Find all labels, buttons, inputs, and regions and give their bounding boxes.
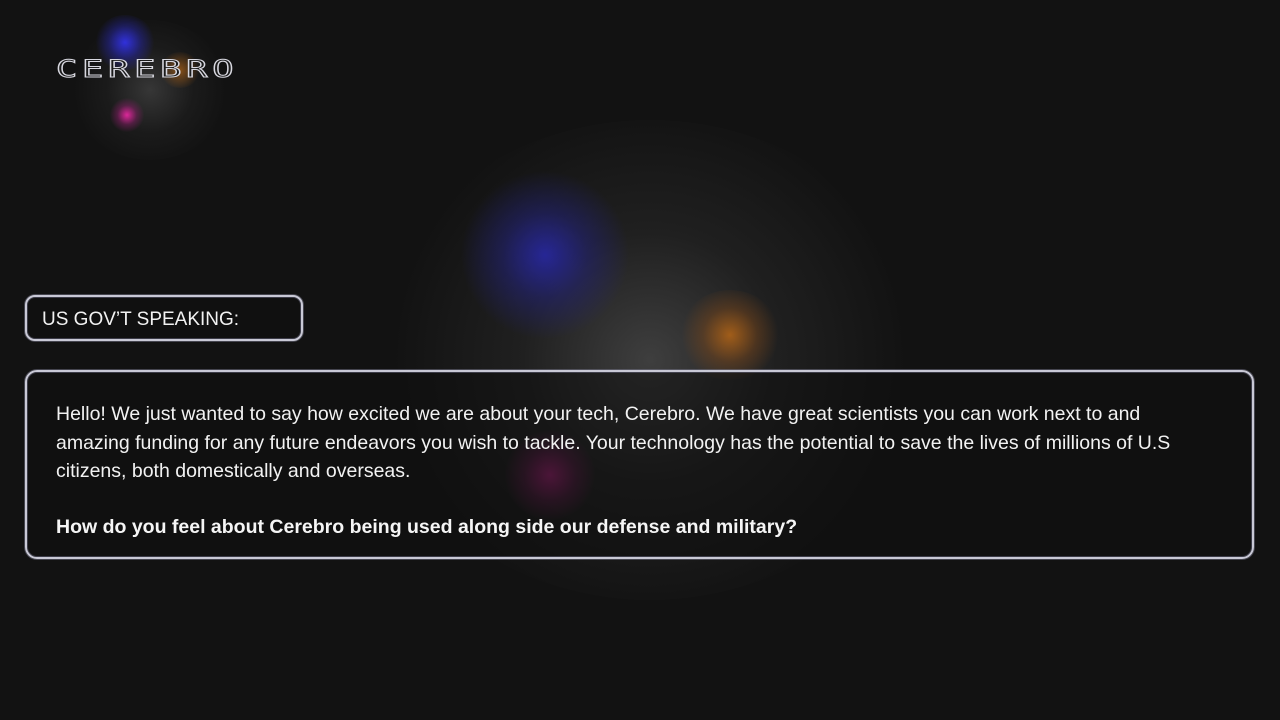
dialog-message-line: amazing funding for any future endeavors… (56, 431, 1171, 454)
dialog-message-line: citizens, both domestically and overseas… (56, 460, 411, 483)
dialog-message-line: Hello! We just wanted to say how excited… (56, 403, 1141, 425)
logo-glow-pink (110, 98, 144, 132)
logo-glow-white (70, 20, 230, 160)
background-glow-orange (680, 290, 780, 380)
dialog-question: How do you feel about Cerebro being used… (56, 516, 798, 538)
background-glow-blue (460, 170, 630, 340)
cerebro-logo: CEREBRO (55, 55, 239, 84)
game-screen: CEREBRO US GOV’T SPEAKING: Hello! We jus… (0, 0, 1280, 720)
speaker-label: US GOV’T SPEAKING: (42, 309, 240, 330)
speaker-label-box: US GOV’T SPEAKING: (25, 295, 303, 341)
dialog-message-box[interactable]: Hello! We just wanted to say how excited… (25, 370, 1254, 559)
dialog-message-text: Hello! We just wanted to say how excited… (56, 400, 1252, 486)
